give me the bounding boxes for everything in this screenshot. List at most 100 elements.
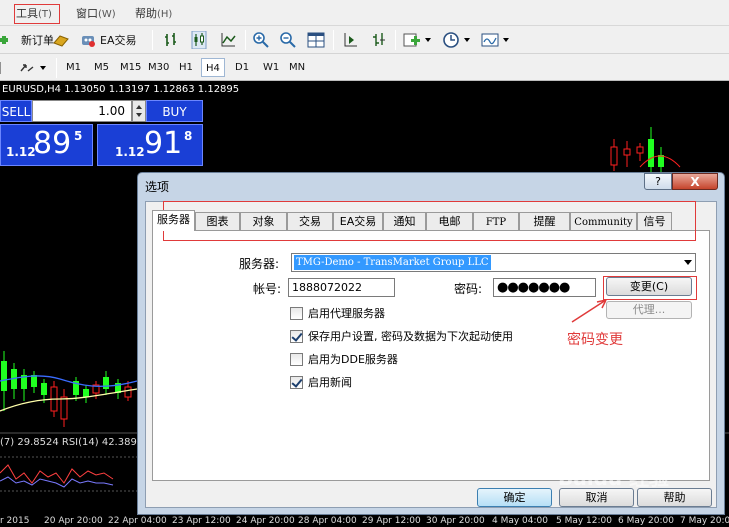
zoom-out-icon [280, 32, 296, 48]
proxy-button[interactable]: 代理... [606, 301, 692, 319]
annotation-box-tools-menu [14, 4, 60, 24]
plus-icon [0, 36, 8, 44]
checkbox-box [290, 375, 303, 389]
menu-help[interactable]: 帮助(H) [135, 5, 172, 21]
chart-shift-icon [373, 33, 385, 46]
time-axis-label: 22 Apr 04:00 [108, 516, 167, 526]
standard-toolbar: 新订单 EA交易 [0, 26, 729, 54]
moving-average-line [0, 388, 138, 412]
candle [636, 146, 644, 154]
robot-icon [82, 36, 95, 47]
line-chart-icon [221, 33, 236, 47]
menu-bar: 工具(T) 窗口(W) 帮助(H) [0, 0, 729, 26]
time-axis-label: r 2015 [0, 516, 30, 526]
line-studies-button[interactable] [18, 58, 47, 78]
time-axis-label: 29 Apr 12:00 [362, 516, 421, 526]
chart-shift-button[interactable] [369, 30, 387, 50]
timeframe-m15[interactable]: M15 [116, 58, 145, 77]
time-axis-label: 30 Apr 20:00 [426, 516, 485, 526]
enable-news-checkbox[interactable]: 启用新闻 [290, 374, 352, 390]
dialog-close-button[interactable]: X [672, 173, 718, 190]
auto-scroll-button[interactable] [341, 30, 359, 50]
time-axis-label: 6 May 20:00 [618, 516, 674, 526]
timeframe-w1[interactable]: W1 [259, 58, 283, 77]
server-select[interactable]: TMG-Demo - TransMarket Group LLC [291, 253, 696, 272]
timeframe-toolbar: M1 M5 M15 M30 H1 H4 D1 W1 MN [0, 54, 729, 81]
time-axis-label: 4 May 04:00 [492, 516, 548, 526]
time-axis-label: 7 May 20:00 [680, 516, 729, 526]
account-input[interactable]: 1888072022 [288, 278, 395, 297]
toolbar-separator [152, 30, 153, 50]
tile-windows-icon [307, 32, 325, 48]
market-watch-button[interactable] [52, 30, 70, 50]
tab-server[interactable]: 服务器 [152, 210, 195, 231]
chevron-down-icon [40, 66, 46, 70]
save-settings-checkbox[interactable]: 保存用户设置, 密码及数据为下次起动使用 [290, 328, 513, 344]
time-axis-label: 28 Apr 04:00 [298, 516, 357, 526]
server-value: TMG-Demo - TransMarket Group LLC [294, 255, 491, 270]
server-tab-panel: 服务器: TMG-Demo - TransMarket Group LLC 帐号… [152, 230, 710, 481]
time-axis-label: 5 May 12:00 [556, 516, 612, 526]
auto-scroll-icon [344, 33, 357, 47]
timeframe-m1[interactable]: M1 [62, 58, 85, 77]
line-chart-button[interactable] [219, 30, 237, 50]
indicator-label: (7) 29.8524 RSI(14) 42.3898 [0, 437, 144, 448]
enable-dde-checkbox[interactable]: 启用为DDE服务器 [290, 351, 398, 367]
dialog-help-button[interactable]: ? [644, 173, 672, 190]
templates-button[interactable] [481, 30, 510, 50]
time-axis-label: 23 Apr 12:00 [172, 516, 231, 526]
chevron-down-icon [464, 38, 470, 42]
password-input[interactable]: ●●●●●●● [493, 278, 596, 297]
candle [610, 146, 618, 166]
candlestick-icon [191, 31, 207, 49]
zoom-in-icon [253, 32, 269, 48]
candle [648, 139, 654, 167]
candle [623, 148, 631, 156]
timeframe-m5[interactable]: M5 [90, 58, 113, 77]
checkbox-box [290, 352, 303, 366]
password-label: 密码: [454, 282, 483, 296]
time-axis-label: 24 Apr 20:00 [236, 516, 295, 526]
new-order-button[interactable]: 新订单 [0, 30, 54, 50]
ea-trading-button[interactable]: EA交易 [79, 30, 136, 50]
lower-left-candles [0, 351, 138, 427]
annotation-box-tabs [163, 201, 696, 241]
toolbar-separator [395, 30, 396, 50]
enable-proxy-checkbox[interactable]: 启用代理服务器 [290, 305, 385, 321]
toolbar-separator [245, 30, 246, 50]
template-icon [481, 33, 499, 47]
annotation-text: 密码变更 [567, 332, 623, 348]
timeframe-h4[interactable]: H4 [201, 58, 225, 77]
cursor-icon [0, 62, 1, 74]
periods-button[interactable] [442, 30, 471, 50]
gold-bar-icon [53, 35, 69, 47]
annotation-box-change-button [603, 276, 697, 300]
account-label: 帐号: [253, 282, 282, 296]
chevron-down-icon [503, 38, 509, 42]
menu-window[interactable]: 窗口(W) [76, 5, 116, 21]
chevron-down-icon [425, 38, 431, 42]
candle-chart-button[interactable] [190, 30, 208, 50]
ok-button[interactable]: 确定 [477, 488, 552, 507]
watermark: Baidu 经验 [558, 466, 670, 490]
arrows-icon [20, 64, 34, 72]
timeframe-d1[interactable]: D1 [231, 58, 253, 77]
timeframe-m30[interactable]: M30 [144, 58, 173, 77]
indicator-line [0, 464, 114, 484]
moving-average-line [0, 375, 138, 387]
bar-chart-button[interactable] [162, 30, 180, 50]
add-indicator-icon [403, 33, 420, 47]
bar-chart-icon [165, 33, 176, 46]
checkbox-box [290, 329, 303, 343]
tile-windows-button[interactable] [307, 30, 325, 50]
server-label: 服务器: [239, 257, 280, 271]
zoom-in-button[interactable] [252, 30, 270, 50]
indicators-button[interactable] [403, 30, 432, 50]
checkbox-box [290, 306, 303, 320]
toolbar-separator [56, 58, 57, 78]
timeframe-mn[interactable]: MN [285, 58, 309, 77]
cursor-button[interactable] [0, 58, 6, 78]
timeframe-h1[interactable]: H1 [175, 58, 197, 77]
zoom-out-button[interactable] [279, 30, 297, 50]
chevron-down-icon [684, 260, 692, 265]
